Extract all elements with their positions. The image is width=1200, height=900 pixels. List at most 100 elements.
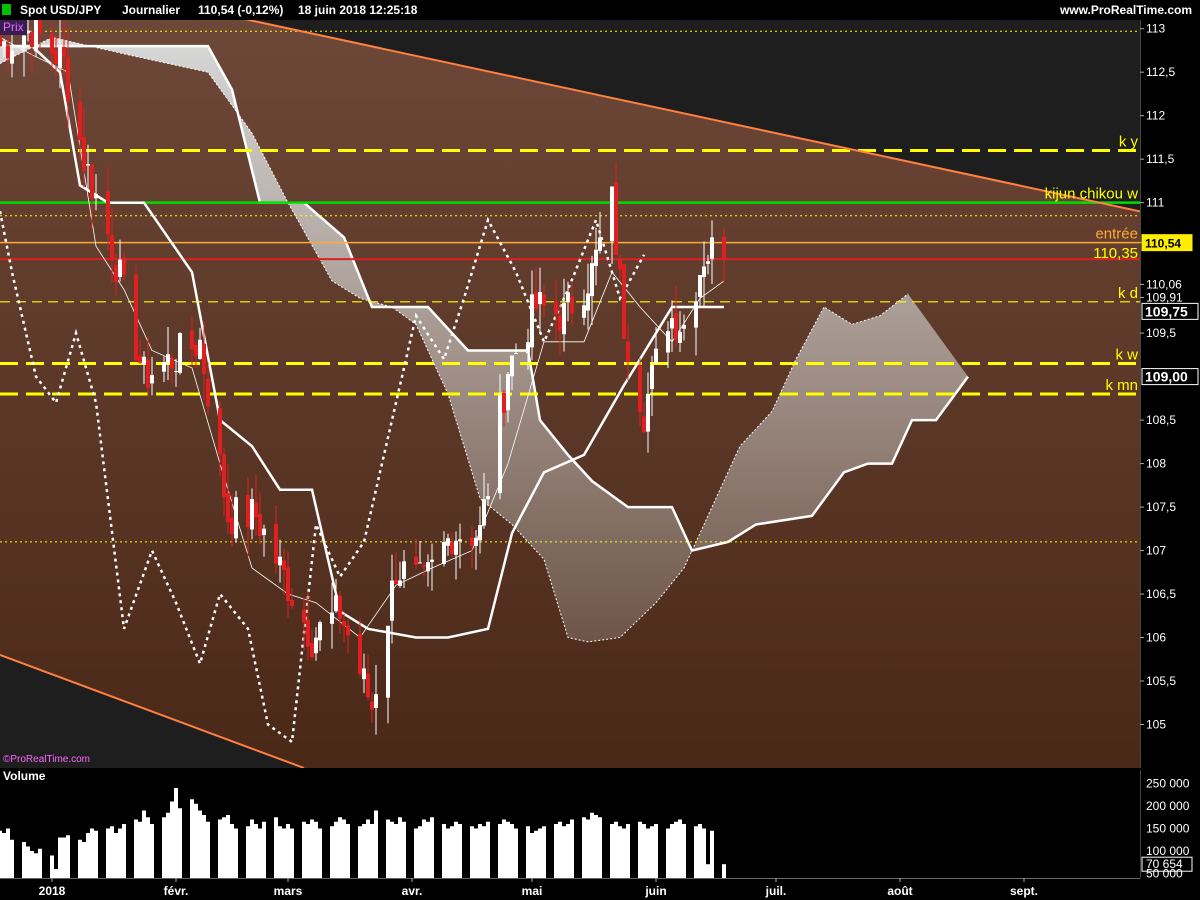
price-tick-label: 105,5 — [1146, 674, 1176, 688]
price-tick-label: 106 — [1146, 631, 1166, 645]
price-chart[interactable]: k ykijun chikou wentrée110,35k dk wk mn … — [0, 0, 1200, 900]
time-axis: 2018 févr. mars avr. mai juin juil. août sept. — [0, 878, 1200, 900]
instrument-title[interactable]: Spot USD/JPY — [20, 0, 101, 20]
timeframe-label[interactable]: Journalier — [122, 0, 180, 20]
candle-body — [506, 374, 510, 411]
volume-bar — [170, 801, 174, 878]
volume-bar — [90, 828, 94, 878]
volume-bar — [114, 833, 118, 878]
volume-bar — [250, 819, 254, 878]
candle-body — [174, 371, 178, 373]
candle-body — [622, 264, 626, 339]
site-link[interactable]: www.ProRealTime.com — [1060, 0, 1192, 20]
volume-bar — [150, 824, 154, 878]
volume-bar — [502, 819, 506, 878]
volume-bar — [346, 824, 350, 878]
volume-bar — [94, 830, 98, 878]
candle-body — [430, 559, 434, 562]
volume-bar — [514, 828, 518, 878]
candle-body — [62, 46, 66, 57]
candle-body — [414, 556, 418, 565]
price-tick-label: 107,5 — [1146, 500, 1176, 514]
volume-bar — [2, 833, 6, 878]
price-tick-label: 111 — [1146, 196, 1165, 210]
candle-body — [642, 416, 646, 433]
level-label: entrée — [1095, 226, 1138, 243]
volume-bar — [506, 821, 510, 878]
time-tick-label: juil. — [765, 884, 787, 898]
volume-bar — [454, 821, 458, 878]
candle-body — [254, 502, 258, 518]
candle-body — [54, 50, 58, 65]
candle-body — [114, 264, 118, 283]
candle-body — [442, 541, 446, 564]
candle-body — [542, 294, 546, 306]
volume-bar — [122, 824, 126, 878]
candle-body — [194, 344, 198, 356]
candle-body — [250, 499, 254, 530]
candle-body — [486, 496, 490, 500]
candle-body — [206, 378, 210, 407]
price-tick-label: 107 — [1146, 544, 1166, 558]
candle-body — [366, 673, 370, 698]
candle-body — [570, 296, 574, 314]
volume-bar — [222, 817, 226, 878]
candle-body — [290, 600, 294, 607]
volume-bar — [654, 824, 658, 878]
time-tick-label: juin — [644, 884, 666, 898]
candle-body — [710, 237, 714, 260]
candle-body — [198, 339, 202, 359]
candle-body — [34, 20, 38, 52]
volume-bar — [62, 837, 66, 878]
candle-body — [78, 101, 82, 141]
candle-body — [346, 625, 350, 636]
volume-bar — [498, 824, 502, 878]
candle-body — [106, 191, 110, 235]
candle-body — [722, 236, 726, 259]
last-price: 110,54 (-0,12%) — [198, 3, 284, 17]
volume-bar — [86, 833, 90, 878]
level-label: k d — [1118, 285, 1138, 302]
volume-bar — [202, 815, 206, 878]
volume-bar — [562, 826, 566, 878]
volume-panel-label[interactable]: Volume — [3, 769, 45, 783]
volume-bar — [146, 817, 150, 878]
volume-bar — [282, 828, 286, 878]
price-tick-label: 108 — [1146, 457, 1166, 471]
candle-body — [122, 257, 126, 275]
volume-bar — [618, 826, 622, 878]
volume-bar — [162, 817, 166, 878]
candle-body — [230, 517, 234, 535]
volume-bar — [178, 808, 182, 878]
candle-body — [202, 343, 206, 375]
candle-body — [534, 292, 538, 309]
candle-body — [610, 186, 614, 242]
volume-bar — [542, 826, 546, 878]
volume-bar — [0, 830, 2, 878]
candle-body — [502, 392, 506, 413]
volume-bar — [230, 824, 234, 878]
time-tick-label: 2018 — [39, 884, 66, 898]
candle-body — [302, 609, 306, 623]
candle-body — [558, 315, 562, 331]
volume-bar — [246, 826, 250, 878]
candle-body — [702, 266, 706, 277]
time-tick-label: mai — [522, 884, 543, 898]
volume-bar — [682, 824, 686, 878]
candle-body — [330, 612, 334, 624]
candle-body — [638, 365, 642, 413]
candle-body — [166, 354, 170, 363]
candle-body — [398, 580, 402, 586]
volume-bar — [398, 817, 402, 878]
volume-bar — [418, 826, 422, 878]
volume-bar — [174, 788, 178, 878]
price-panel-label[interactable]: Prix — [0, 20, 27, 35]
price-tick-label: 105 — [1146, 718, 1166, 732]
candle-body — [654, 348, 658, 364]
chart-header: Spot USD/JPY Journalier 110,54 (-0,12%) … — [0, 0, 1200, 20]
candle-body — [370, 701, 374, 710]
candle-body — [626, 341, 630, 362]
candle-body — [150, 375, 154, 384]
volume-bar — [626, 824, 630, 878]
volume-bar — [302, 821, 306, 878]
